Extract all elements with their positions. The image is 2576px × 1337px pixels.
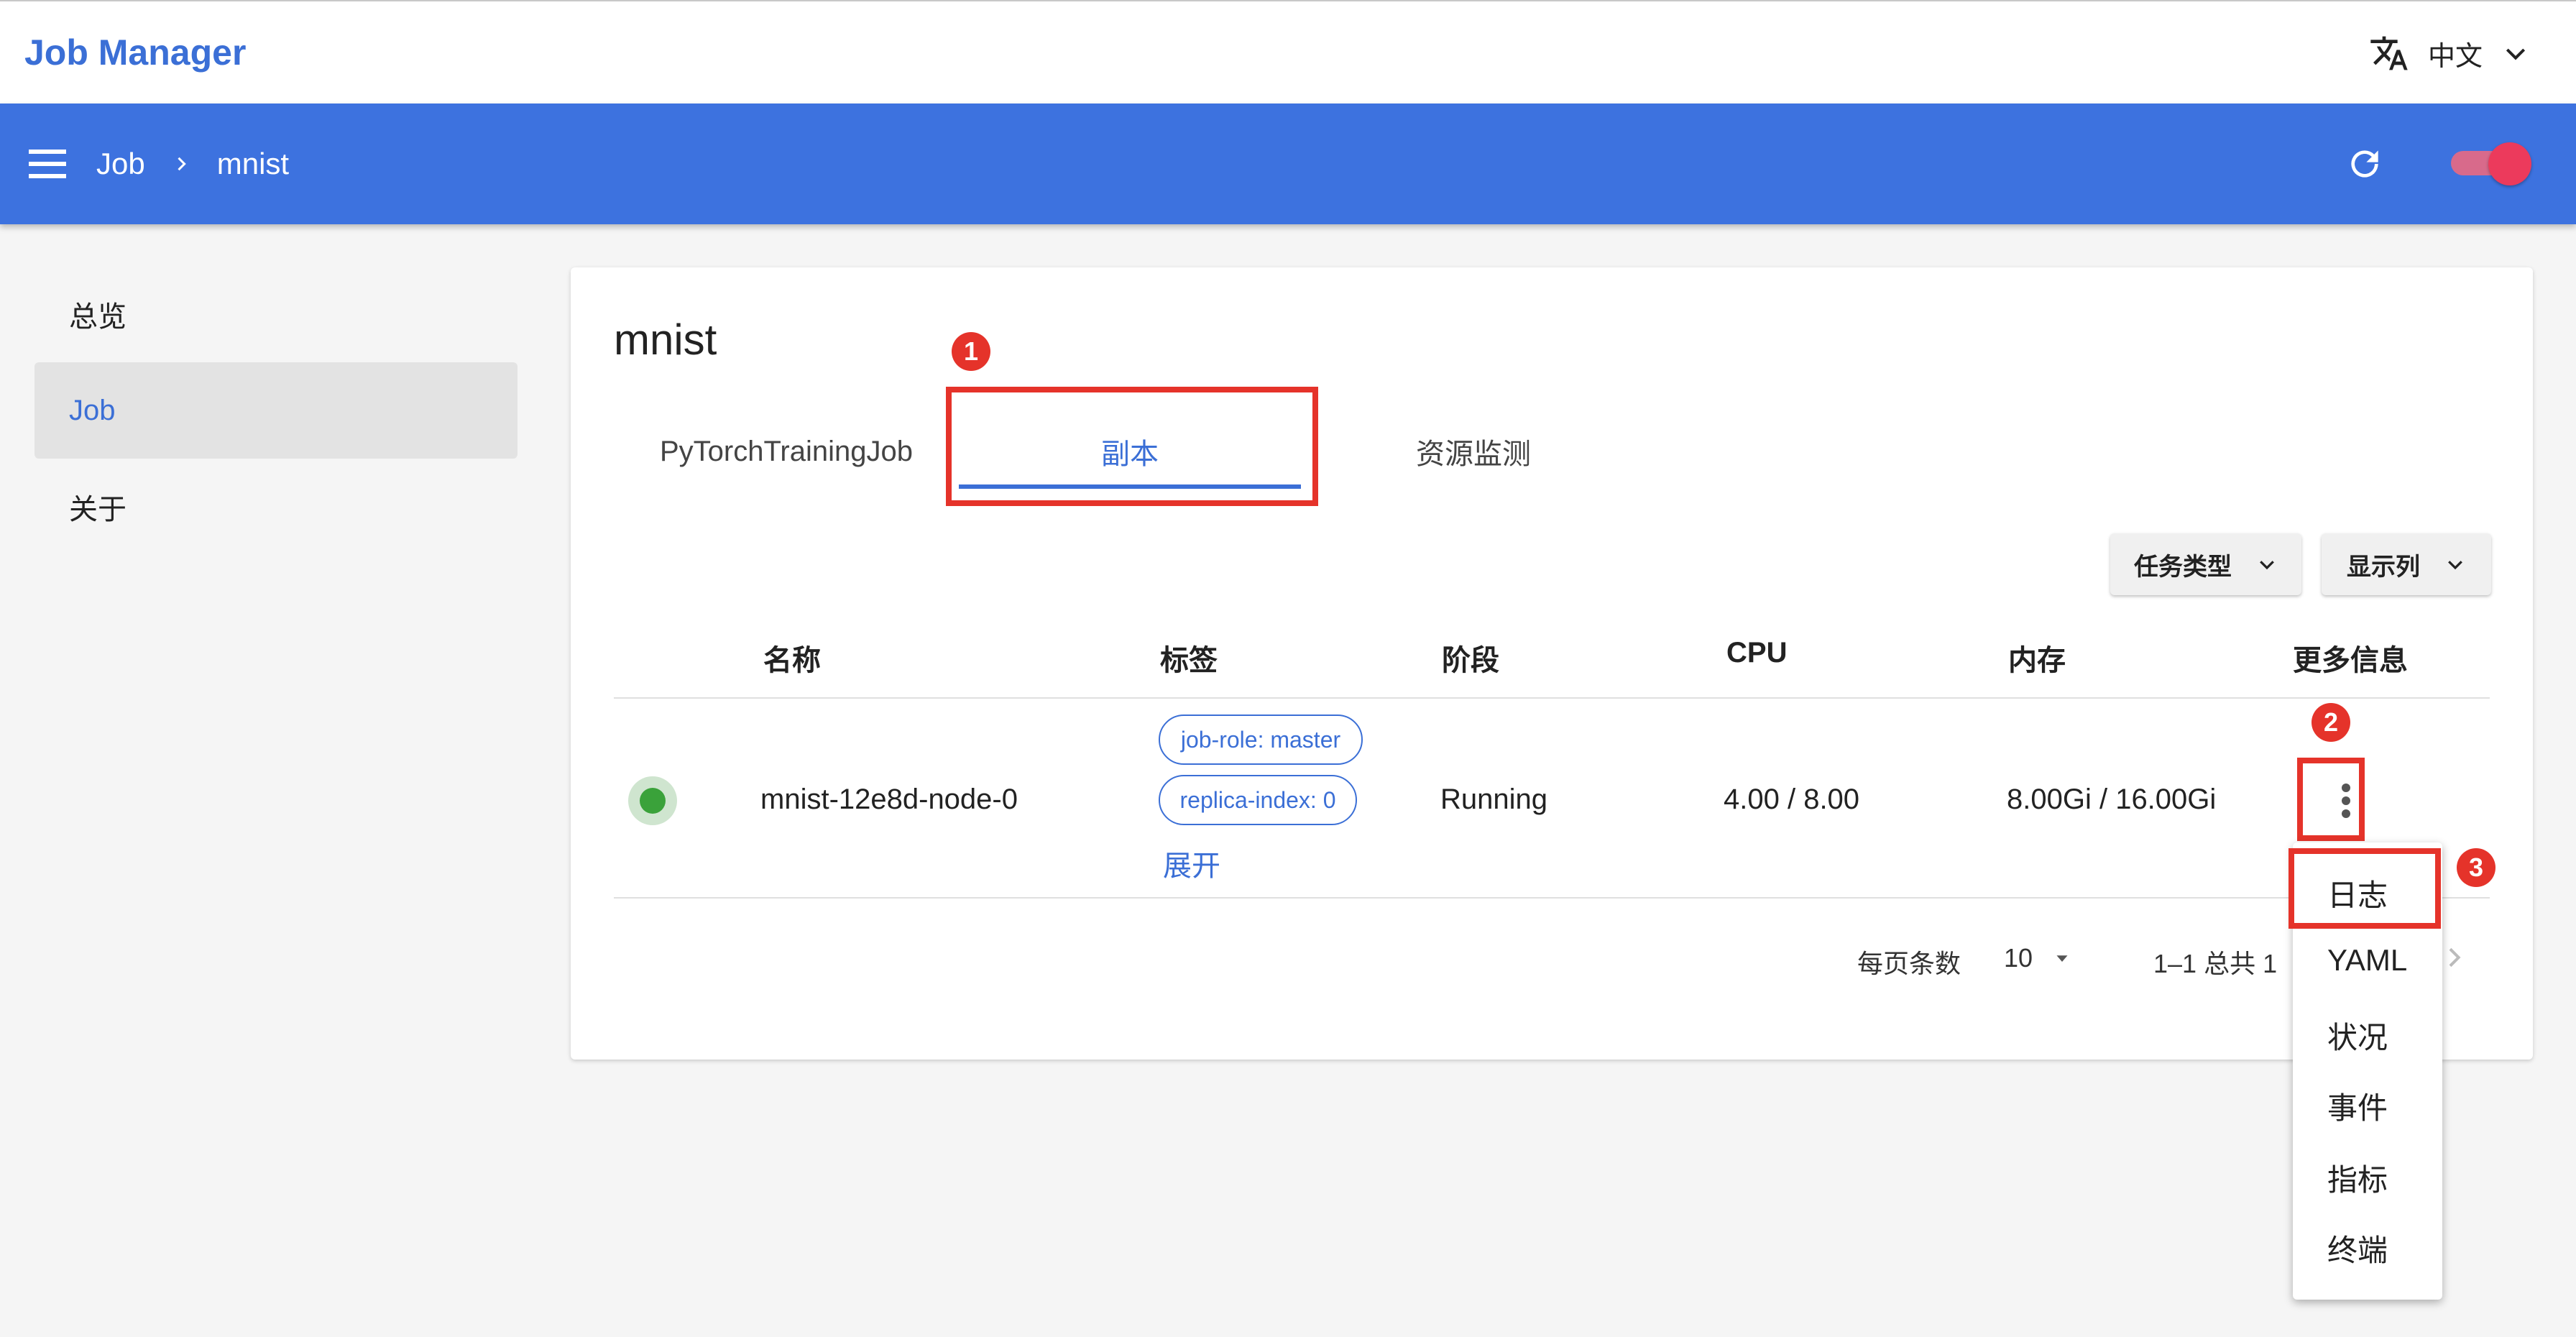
column-header-more-info: 更多信息 <box>2293 645 2408 676</box>
task-type-filter-button[interactable]: 任务类型 <box>2110 533 2301 595</box>
rows-per-page-value: 10 <box>2004 943 2033 973</box>
table-header-divider <box>614 697 2490 699</box>
replica-name: mnist-12e8d-node-0 <box>760 784 1018 815</box>
replica-phase: Running <box>1440 784 1548 815</box>
replica-memory: 8.00Gi / 16.00Gi <box>2007 784 2217 815</box>
top-header: Job Manager 中文 <box>0 0 2576 104</box>
sidebar-item-overview[interactable]: 总览 <box>34 266 518 362</box>
menu-item-events[interactable]: 事件 <box>2327 1084 2388 1128</box>
language-selector[interactable]: 中文 <box>2369 30 2530 76</box>
sidebar-item-job[interactable]: Job <box>34 362 518 459</box>
translate-icon <box>2370 36 2408 70</box>
toggle-knob <box>2488 142 2531 185</box>
column-header-labels[interactable]: 标签 <box>1160 637 1218 679</box>
menu-item-status[interactable]: 状况 <box>2327 1014 2388 1057</box>
job-detail-card: mnist PyTorchTrainingJob 副本 资源监测 1 任务类型 … <box>571 267 2533 1060</box>
column-header-cpu[interactable]: CPU <box>1726 637 1787 669</box>
replica-cpu: 4.00 / 8.00 <box>1724 784 1860 815</box>
chevron-right-icon <box>178 157 186 171</box>
app-title[interactable]: Job Manager <box>24 32 246 73</box>
highlight-box-2 <box>2297 758 2365 841</box>
column-header-phase[interactable]: 阶段 <box>1442 637 1499 679</box>
task-type-label: 任务类型 <box>2134 553 2232 581</box>
column-header-memory[interactable]: 内存 <box>2008 637 2066 679</box>
breadcrumb-job[interactable]: Job <box>96 147 145 181</box>
expand-labels-link[interactable]: 展开 <box>1163 842 1220 884</box>
breadcrumb: Job mnist <box>96 145 289 183</box>
sidebar: 总览 Job 关于 <box>34 266 518 555</box>
label-chip-replica-index: replica-index: 0 <box>1159 775 1357 825</box>
rows-per-page-label: 每页条数 <box>1857 949 1961 978</box>
status-running-icon <box>628 776 677 825</box>
rows-per-page-select[interactable]: 10 <box>2004 943 2073 973</box>
label-chip-job-role: job-role: master <box>1159 715 1363 765</box>
annotation-marker-3: 3 <box>2457 848 2496 887</box>
sidebar-item-about[interactable]: 关于 <box>34 459 518 555</box>
page-title: mnist <box>614 316 717 364</box>
chevron-down-icon <box>2448 561 2462 570</box>
annotation-marker-2: 2 <box>2312 703 2350 742</box>
chevron-down-icon <box>2260 561 2274 570</box>
tab-pytorchtrainingjob[interactable]: PyTorchTrainingJob <box>614 411 959 492</box>
chevron-down-icon <box>2506 48 2526 60</box>
breadcrumb-current: mnist <box>216 147 290 180</box>
language-label: 中文 <box>2427 41 2483 72</box>
tab-resource-monitor[interactable]: 资源监测 <box>1301 411 1646 492</box>
next-page-icon[interactable] <box>2439 940 2468 975</box>
highlight-box-1 <box>946 387 1318 506</box>
menu-item-yaml[interactable]: YAML <box>2327 943 2407 978</box>
menu-item-metrics[interactable]: 指标 <box>2327 1156 2388 1200</box>
annotation-marker-1: 1 <box>952 332 990 371</box>
menu-item-terminal[interactable]: 终端 <box>2327 1226 2388 1270</box>
columns-label: 显示列 <box>2347 553 2420 581</box>
column-header-name[interactable]: 名称 <box>763 637 821 679</box>
table-row-divider <box>614 897 2490 899</box>
highlight-box-3 <box>2288 848 2441 929</box>
page: Job Manager 中文 Job mnist 总览 Job 关于 mnist… <box>0 0 2576 1337</box>
theme-toggle[interactable] <box>2448 142 2531 185</box>
columns-filter-button[interactable]: 显示列 <box>2322 533 2491 595</box>
menu-icon[interactable] <box>29 148 66 180</box>
pagination-range: 1–1 总共 1 <box>2153 949 2278 978</box>
refresh-icon[interactable] <box>2345 144 2385 184</box>
caret-down-icon <box>2056 955 2068 962</box>
app-bar: Job mnist <box>0 104 2576 224</box>
